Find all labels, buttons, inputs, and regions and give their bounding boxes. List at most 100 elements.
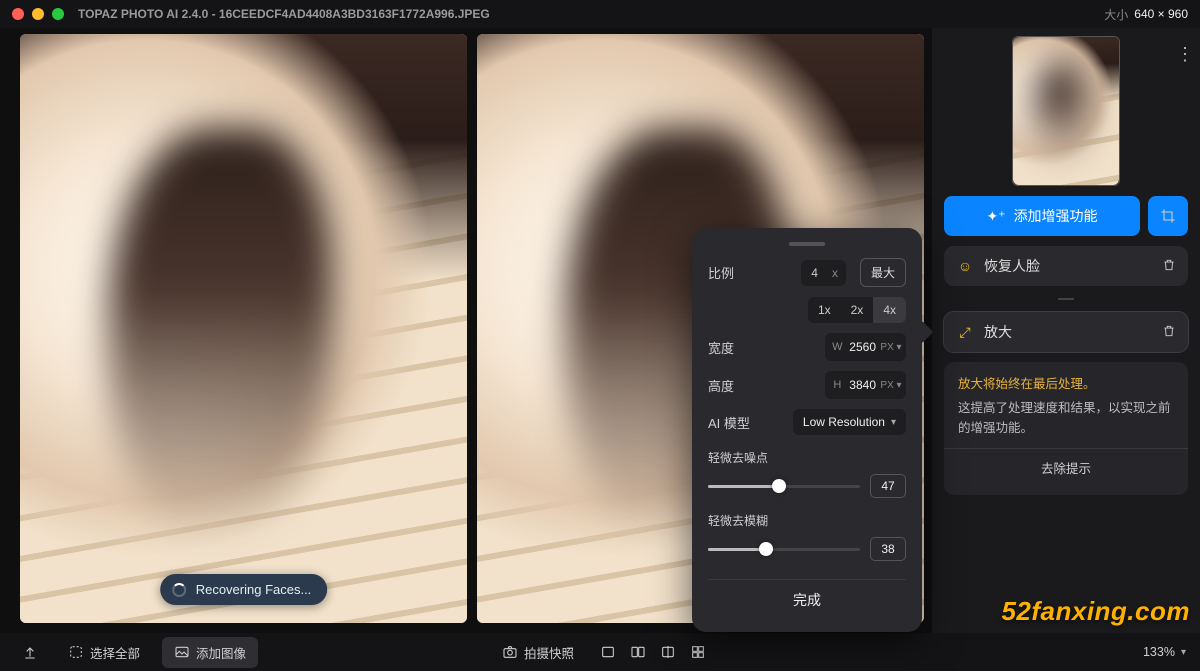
app-title: TOPAZ PHOTO AI 2.4.0 - 16CEEDCF4AD4408A3… [78,7,490,21]
right-sidebar: ⋮ ✦⁺ 添加增强功能 ☺ 恢复人脸 ⤢ 放大 [932,28,1200,633]
add-images-button[interactable]: 添加图像 [162,637,258,668]
window-controls [12,8,64,20]
snapshot-label: 拍摄快照 [524,643,574,662]
before-image [20,34,467,623]
deblur-thumb[interactable] [759,542,773,556]
crop-icon [1160,208,1176,224]
view-grid-icon[interactable] [690,644,706,660]
multiplier-4x[interactable]: 4x [873,297,906,323]
maximize-window-button[interactable] [52,8,64,20]
size-value: 640 × 960 [1134,7,1188,21]
select-all-label: 选择全部 [90,643,140,662]
thumbnail-row: ⋮ [944,36,1188,186]
deblur-row: 轻微去模糊 38 [708,512,906,561]
width-label: 宽度 [708,338,817,357]
delete-face-recover-button[interactable] [1162,258,1176,275]
expand-icon: ⤢ [956,324,974,341]
image-icon [174,644,190,660]
add-enhance-button[interactable]: ✦⁺ 添加增强功能 [944,196,1140,236]
add-enhance-row: ✦⁺ 添加增强功能 [944,196,1188,236]
denoise-slider[interactable] [708,485,860,488]
more-options-button[interactable]: ⋮ [1172,40,1198,69]
model-label: AI 模型 [708,413,785,432]
image-viewer: Recovering Faces... 比例 4 x 最大 1x 2x [0,28,932,633]
view-compare-icon[interactable] [660,644,676,660]
face-recover-label: 恢复人脸 [984,256,1040,276]
select-all-icon [68,644,84,660]
model-value: Low Resolution [803,415,885,429]
width-prefix: W [825,341,849,353]
content-area: Recovering Faces... 比例 4 x 最大 1x 2x [0,28,1200,633]
status-toast: Recovering Faces... [160,574,328,605]
info-title: 放大将始终在最后处理。 [958,374,1174,394]
add-images-label: 添加图像 [196,643,246,662]
size-label: 大小 [1104,6,1128,23]
minimize-window-button[interactable] [32,8,44,20]
status-text: Recovering Faces... [196,582,312,597]
dismiss-tip-button[interactable]: 去除提示 [944,448,1188,489]
watermark: 52fanxing.com [1001,596,1190,627]
ratio-x: x [828,260,846,286]
smile-icon: ☺ [956,258,974,274]
drag-zone [1058,298,1074,300]
sparkle-icon: ✦⁺ [986,208,1005,225]
drag-handle[interactable] [789,242,825,246]
multiplier-2x[interactable]: 2x [841,297,874,323]
multiplier-group: 1x 2x 4x [808,297,906,323]
panel-pointer [911,321,934,344]
ratio-row: 比例 4 x 最大 [708,258,906,287]
denoise-label: 轻微去噪点 [708,449,906,466]
view-split-icon[interactable] [630,644,646,660]
view-single-icon[interactable] [600,644,616,660]
info-body: 这提高了处理速度和结果，以实现之前的增强功能。 [958,398,1174,438]
multiplier-row: 1x 2x 4x [708,297,906,323]
height-field[interactable]: H 3840 PX ▾ [825,371,906,399]
width-field[interactable]: W 2560 PX ▾ [825,333,906,361]
denoise-row: 轻微去噪点 47 [708,449,906,498]
select-all-button[interactable]: 选择全部 [60,639,148,666]
delete-enlarge-button[interactable] [1162,324,1176,341]
height-unit[interactable]: PX ▾ [876,380,906,391]
image-size-indicator: 大小 640 × 960 [1104,6,1188,23]
deblur-value[interactable]: 38 [870,537,906,561]
trash-icon [1162,258,1176,272]
height-label: 高度 [708,376,817,395]
deblur-slider[interactable] [708,548,860,551]
chevron-down-icon: ▾ [1181,647,1186,658]
height-prefix: H [825,379,849,391]
add-enhance-label: 添加增强功能 [1014,206,1098,226]
enlarge-settings-panel: 比例 4 x 最大 1x 2x 4x 宽度 W 2560 [692,228,922,632]
upload-icon [22,644,38,660]
width-unit[interactable]: PX ▾ [876,342,906,353]
export-button[interactable] [14,640,46,664]
close-window-button[interactable] [12,8,24,20]
denoise-thumb[interactable] [772,479,786,493]
ratio-value[interactable]: 4 [801,260,828,286]
done-button[interactable]: 完成 [708,579,906,620]
thumbnail-image [1013,37,1119,185]
face-recover-item[interactable]: ☺ 恢复人脸 [944,246,1188,286]
ratio-max-button[interactable]: 最大 [860,258,906,287]
enlarge-item[interactable]: ⤢ 放大 [944,312,1188,352]
denoise-value[interactable]: 47 [870,474,906,498]
info-box: 放大将始终在最后处理。 这提高了处理速度和结果，以实现之前的增强功能。 去除提示 [944,362,1188,495]
zoom-control[interactable]: 133% ▾ [1143,645,1186,659]
height-row: 高度 H 3840 PX ▾ [708,371,906,399]
height-value[interactable]: 3840 [849,378,876,392]
multiplier-1x[interactable]: 1x [808,297,841,323]
spinner-icon [172,583,186,597]
camera-icon [502,644,518,660]
width-row: 宽度 W 2560 PX ▾ [708,333,906,361]
zoom-value: 133% [1143,645,1175,659]
before-pane[interactable]: Recovering Faces... [20,34,467,623]
ratio-label: 比例 [708,263,793,282]
width-value[interactable]: 2560 [849,340,876,354]
image-thumbnail[interactable] [1012,36,1120,186]
snapshot-button[interactable]: 拍摄快照 [494,639,582,666]
center-tools: 拍摄快照 [494,639,706,666]
deblur-label: 轻微去模糊 [708,512,906,529]
crop-button[interactable] [1148,196,1188,236]
model-select[interactable]: Low Resolution ▾ [793,409,906,435]
enlarge-label: 放大 [984,322,1012,342]
trash-icon [1162,324,1176,338]
